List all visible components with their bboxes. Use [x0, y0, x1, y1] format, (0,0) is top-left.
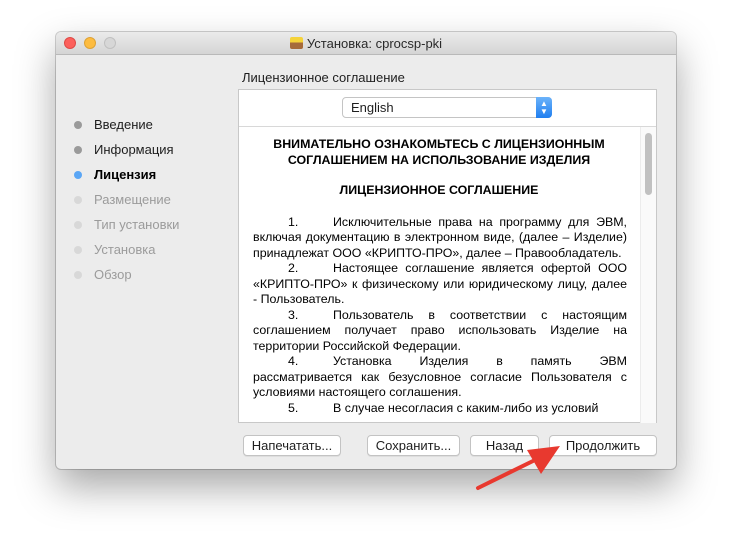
- step-installation: Установка: [74, 237, 179, 262]
- license-subheading: ЛИЦЕНЗИОННОЕ СОГЛАШЕНИЕ: [339, 183, 539, 197]
- language-select[interactable]: English ▲ ▼: [342, 97, 552, 118]
- step-dot-icon: [74, 270, 82, 279]
- package-icon: [289, 37, 303, 49]
- clause-number: 5.: [288, 400, 299, 415]
- installer-window: Установка: cprocsp-pki Введение Информац…: [56, 32, 676, 469]
- license-clause: 3. Пользователь в соответствии с настоящи…: [253, 308, 627, 355]
- step-dot-icon: [74, 120, 82, 129]
- step-dot-icon: [74, 170, 82, 179]
- license-heading: ВНИМАТЕЛЬНО ОЗНАКОМЬТЕСЬ С ЛИЦЕНЗИОННЫМ …: [273, 137, 605, 167]
- clause-number: 4.: [288, 354, 299, 368]
- step-label: Введение: [94, 117, 153, 132]
- scrollbar-thumb[interactable]: [645, 133, 652, 195]
- step-dot-icon: [74, 245, 82, 254]
- step-label: Информация: [94, 142, 174, 157]
- step-summary: Обзор: [74, 262, 179, 287]
- step-license: Лицензия: [74, 162, 179, 187]
- chevron-up-down-icon: ▲ ▼: [536, 97, 552, 118]
- step-install-type: Тип установки: [74, 212, 179, 237]
- step-label: Тип установки: [94, 217, 180, 232]
- scrollbar[interactable]: [640, 127, 656, 423]
- language-select-value: English: [351, 100, 394, 115]
- window-title-text: Установка: cprocsp-pki: [306, 36, 443, 51]
- save-button[interactable]: Сохранить...: [367, 435, 460, 456]
- title-bar[interactable]: Установка: cprocsp-pki: [56, 32, 676, 55]
- step-label: Лицензия: [94, 167, 157, 182]
- clause-number: 1.: [288, 214, 299, 229]
- step-dot-icon: [74, 220, 82, 229]
- license-clauses: 1. Исключительные права на программу для …: [253, 215, 627, 417]
- license-panel: English ▲ ▼ ВНИМАТЕЛЬНО ОЗНАКОМЬТЕСЬ С ЛИ…: [238, 89, 657, 423]
- section-title: Лицензионное соглашение: [242, 70, 405, 85]
- step-information: Информация: [74, 137, 179, 162]
- step-label: Размещение: [94, 192, 171, 207]
- step-dot-icon: [74, 195, 82, 204]
- license-clause: 4. Установка Изделия в память ЭВМ рассмат…: [253, 354, 627, 401]
- clause-number: 2.: [288, 261, 299, 275]
- continue-button[interactable]: Продолжить: [549, 435, 657, 456]
- window-title: Установка: cprocsp-pki: [56, 36, 676, 51]
- print-button[interactable]: Напечатать...: [243, 435, 341, 456]
- step-label: Обзор: [94, 267, 132, 282]
- license-clause: 2. Настоящее соглашение является офертой …: [253, 261, 627, 308]
- clause-number: 3.: [288, 307, 299, 322]
- license-clause: 5. В случае несогласия с каким-либо из ус…: [253, 401, 627, 417]
- step-destination: Размещение: [74, 187, 179, 212]
- back-button[interactable]: Назад: [470, 435, 539, 456]
- step-introduction: Введение: [74, 112, 179, 137]
- clause-text: В случае несогласия с каким-либо из усло…: [333, 400, 599, 415]
- license-text[interactable]: ВНИМАТЕЛЬНО ОЗНАКОМЬТЕСЬ С ЛИЦЕНЗИОННЫМ …: [239, 127, 639, 423]
- step-dot-icon: [74, 145, 82, 154]
- license-clause: 1. Исключительные права на программу для …: [253, 215, 627, 262]
- steps-sidebar: Введение Информация Лицензия Размещение …: [74, 112, 179, 287]
- step-label: Установка: [94, 242, 156, 257]
